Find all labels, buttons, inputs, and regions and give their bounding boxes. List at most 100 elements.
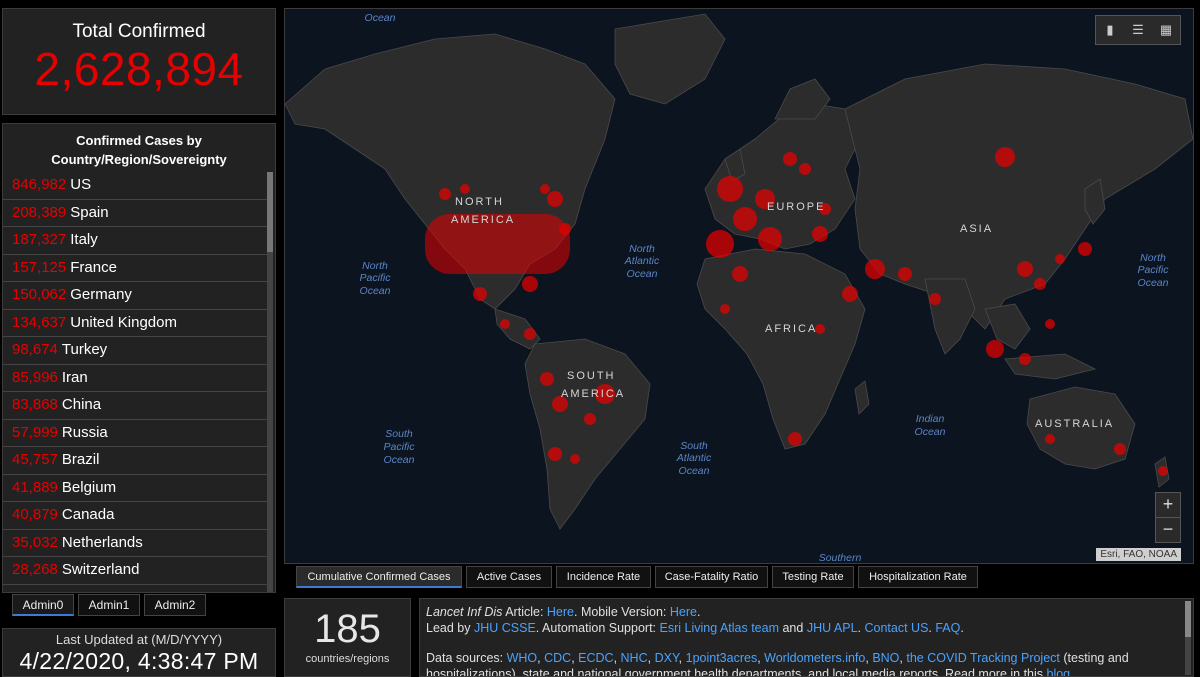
period: . bbox=[960, 621, 964, 635]
country-name: Canada bbox=[61, 506, 115, 523]
label-npo-right-2: Pacific bbox=[1138, 264, 1170, 276]
marker-canada-east bbox=[547, 191, 563, 207]
contact-link[interactable]: Contact US bbox=[864, 621, 928, 635]
list-item[interactable]: 134,637 United Kingdom bbox=[3, 310, 268, 337]
article-journal: Lancet Inf Dis bbox=[426, 605, 503, 619]
tab-hospitalization-rate[interactable]: Hospitalization Rate bbox=[858, 566, 978, 588]
tab-incidence-rate[interactable]: Incidence Rate bbox=[556, 566, 651, 588]
source-cdc[interactable]: CDC bbox=[544, 651, 571, 665]
esri-link[interactable]: Esri Living Atlas team bbox=[660, 621, 780, 635]
faq-link[interactable]: FAQ bbox=[935, 621, 960, 635]
map-canvas[interactable]: NORTH AMERICA SOUTH AMERICA EUROPE ASIA … bbox=[285, 9, 1193, 563]
mobile-word: . Mobile Version: bbox=[574, 605, 670, 619]
list-scrollbar-thumb[interactable] bbox=[267, 172, 273, 252]
country-name: Spain bbox=[70, 203, 109, 221]
label-npo-left-1: North bbox=[362, 260, 388, 272]
list-item[interactable]: 85,996 Iran bbox=[3, 365, 268, 392]
list-item[interactable]: 187,327 Italy bbox=[3, 227, 268, 255]
jhu-apl-link[interactable]: JHU APL bbox=[807, 621, 858, 635]
source-ecdc[interactable]: ECDC bbox=[578, 651, 613, 665]
case-count: 157,125 bbox=[12, 258, 67, 276]
tab-cumulative-confirmed[interactable]: Cumulative Confirmed Cases bbox=[296, 566, 462, 588]
tab-testing-rate[interactable]: Testing Rate bbox=[772, 566, 854, 588]
marker-us-west bbox=[439, 188, 451, 200]
tab-case-fatality-ratio[interactable]: Case-Fatality Ratio bbox=[655, 566, 768, 588]
label-sao-1: South bbox=[680, 440, 708, 452]
source-dxy[interactable]: DXY bbox=[655, 651, 679, 665]
label-spo-3: Ocean bbox=[384, 454, 415, 466]
info-panel: Lancet Inf Dis Article: Here. Mobile Ver… bbox=[419, 598, 1194, 677]
source-worldometers[interactable]: Worldometers.info bbox=[764, 651, 865, 665]
case-count: 846,982 bbox=[12, 176, 67, 193]
list-icon[interactable]: ☰ bbox=[1124, 16, 1152, 44]
countries-count-label: countries/regions bbox=[305, 653, 390, 665]
sources-prefix: Data sources: bbox=[426, 651, 507, 665]
countries-count-value: 185 bbox=[314, 607, 381, 651]
case-count: 45,757 bbox=[12, 451, 58, 468]
list-item[interactable]: 28,268 Switzerland bbox=[3, 557, 268, 585]
country-name: France bbox=[70, 258, 117, 276]
info-scrollbar-thumb[interactable] bbox=[1185, 601, 1191, 637]
list-item[interactable]: 150,062 Germany bbox=[3, 282, 268, 310]
landmass-greenland bbox=[614, 13, 726, 105]
bookmark-icon[interactable]: ▮ bbox=[1096, 16, 1124, 44]
label-nao-3: Ocean bbox=[627, 268, 658, 280]
marker-france bbox=[733, 207, 757, 231]
source-nhc[interactable]: NHC bbox=[621, 651, 648, 665]
case-count: 28,268 bbox=[12, 561, 58, 578]
label-spo-2: Pacific bbox=[384, 441, 416, 453]
list-item[interactable]: 846,982 US bbox=[3, 172, 268, 200]
country-list-panel: Confirmed Cases by Country/Region/Sovere… bbox=[2, 123, 276, 593]
article-link[interactable]: Here bbox=[547, 605, 574, 619]
label-sao-2: Atlantic bbox=[676, 452, 712, 464]
source-1point3acres[interactable]: 1point3acres bbox=[686, 651, 758, 665]
tab-admin2[interactable]: Admin2 bbox=[144, 594, 206, 616]
country-list: 846,982 US 208,389 Spain 187,327 Italy 157,… bbox=[3, 172, 268, 585]
source-bno[interactable]: BNO bbox=[872, 651, 899, 665]
list-item[interactable]: 157,125 France bbox=[3, 255, 268, 282]
country-name: US bbox=[70, 176, 92, 193]
marker-australia-west bbox=[1045, 434, 1055, 444]
qr-grid-icon[interactable]: ▦ bbox=[1152, 16, 1180, 44]
info-line-sources: Data sources: WHO, CDC, ECDC, NHC, DXY, … bbox=[426, 651, 1129, 665]
jhu-csse-link[interactable]: JHU CSSE bbox=[474, 621, 536, 635]
world-map[interactable]: NORTH AMERICA SOUTH AMERICA EUROPE ASIA … bbox=[284, 8, 1194, 564]
case-count: 85,996 bbox=[12, 368, 58, 386]
list-item[interactable]: 57,999 Russia bbox=[3, 420, 268, 447]
marker-us-east bbox=[559, 223, 571, 235]
tab-admin1[interactable]: Admin1 bbox=[78, 594, 140, 616]
list-item[interactable]: 40,879 Canada bbox=[3, 502, 268, 530]
label-ocean-top: Ocean bbox=[365, 12, 396, 24]
list-item[interactable]: 208,389 Spain bbox=[3, 200, 268, 227]
marker-scandinavia-1 bbox=[783, 152, 797, 166]
label-europe: EUROPE bbox=[767, 201, 825, 213]
case-count: 208,389 bbox=[12, 203, 67, 221]
list-item[interactable]: 41,889 Belgium bbox=[3, 475, 268, 502]
automation-word: . Automation Support: bbox=[535, 621, 660, 635]
countries-count-panel: 185 countries/regions bbox=[284, 598, 411, 677]
label-npo-left-2: Pacific bbox=[360, 272, 392, 284]
list-item[interactable]: 35,032 Netherlands bbox=[3, 530, 268, 557]
marker-indonesia bbox=[1019, 353, 1031, 365]
label-indian-2: Ocean bbox=[915, 426, 946, 438]
country-name: Russia bbox=[61, 423, 108, 441]
blog-link[interactable]: blog bbox=[1047, 667, 1071, 676]
list-item[interactable]: 83,868 China bbox=[3, 392, 268, 420]
total-confirmed-panel: Total Confirmed 2,628,894 bbox=[2, 8, 276, 115]
landmass-india bbox=[924, 278, 976, 355]
zoom-out-button[interactable]: − bbox=[1155, 517, 1181, 543]
source-who[interactable]: WHO bbox=[507, 651, 538, 665]
source-covid-tracking[interactable]: the COVID Tracking Project bbox=[906, 651, 1060, 665]
zoom-in-button[interactable]: + bbox=[1155, 492, 1181, 518]
marker-pakistan bbox=[898, 267, 912, 281]
tab-admin0[interactable]: Admin0 bbox=[12, 594, 74, 616]
tab-active-cases[interactable]: Active Cases bbox=[466, 566, 552, 588]
mobile-link[interactable]: Here bbox=[670, 605, 697, 619]
marker-central-2 bbox=[524, 328, 536, 340]
map-attribution: Esri, FAO, NOAA bbox=[1096, 548, 1181, 561]
label-north-america-1: NORTH bbox=[455, 196, 504, 208]
list-item[interactable]: 45,757 Brazil bbox=[3, 447, 268, 475]
list-item[interactable]: 98,674 Turkey bbox=[3, 337, 268, 365]
landmass-asia bbox=[844, 63, 1193, 330]
